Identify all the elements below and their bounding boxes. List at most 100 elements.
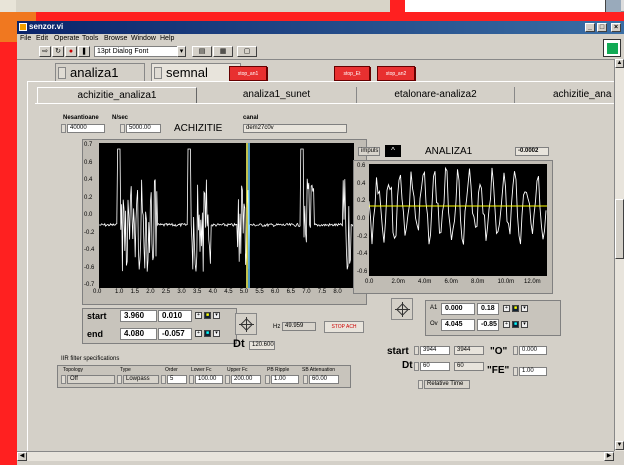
cursor-ov-x[interactable]: 4.045 bbox=[441, 319, 475, 331]
cursor-end-style-icon[interactable]: ■ bbox=[204, 330, 211, 337]
stop-an1-button[interactable]: stop_an1 bbox=[229, 66, 267, 81]
cursor-style-icon[interactable]: ■ bbox=[204, 312, 211, 319]
cursor-ov-menu-icon[interactable]: ▾ bbox=[521, 321, 528, 328]
x-tick-label: 6.0m bbox=[444, 279, 458, 285]
stop-ach-button[interactable]: STOP ACH bbox=[324, 321, 364, 333]
y-tick-label: 0.6 bbox=[357, 163, 366, 169]
iir-header-type: Type bbox=[120, 367, 131, 373]
iir-topology-spinner[interactable] bbox=[61, 375, 66, 384]
menu-window[interactable]: Window bbox=[131, 35, 156, 42]
iir-order-field[interactable]: 5 bbox=[167, 375, 187, 384]
start-spinner[interactable] bbox=[414, 346, 419, 355]
cursor-a1-menu-icon[interactable]: ▾ bbox=[521, 305, 528, 312]
scroll-down-icon[interactable]: ▼ bbox=[615, 441, 624, 450]
fe-field[interactable]: 1.00 bbox=[519, 367, 547, 376]
tab-semnal[interactable]: semnal bbox=[151, 63, 241, 82]
scroll-right-icon[interactable]: ▶ bbox=[604, 452, 614, 461]
stop-et-button[interactable]: stop_Et bbox=[334, 66, 370, 81]
cursor-ov-y[interactable]: -0.85 bbox=[477, 319, 499, 331]
iir-upper-fc-field[interactable]: 200.00 bbox=[231, 375, 261, 384]
menu-edit[interactable]: Edit bbox=[36, 35, 48, 42]
reorder-icon[interactable]: ▢ bbox=[237, 46, 257, 57]
vertical-scrollbar[interactable]: ▲ ▼ bbox=[614, 59, 624, 451]
relative-time-select[interactable]: Relative Time bbox=[424, 380, 470, 389]
tab-etalonare-analiza2[interactable]: etalonare-analiza2 bbox=[357, 87, 515, 103]
cursor-start-x[interactable]: 3.960 bbox=[120, 310, 157, 322]
analysis-cursor-diamond-icon[interactable] bbox=[391, 298, 413, 320]
menu-file[interactable]: File bbox=[20, 35, 31, 42]
cursor-menu-icon[interactable]: ▾ bbox=[213, 312, 220, 319]
close-button[interactable]: × bbox=[611, 23, 621, 32]
pause-icon[interactable]: ❚ bbox=[78, 46, 90, 57]
scroll-left-icon[interactable]: ◀ bbox=[17, 452, 27, 461]
cursor-end-move-icon[interactable]: + bbox=[195, 330, 202, 337]
iir-type-spinner[interactable] bbox=[117, 375, 122, 384]
cursor-move-icon[interactable]: + bbox=[195, 312, 202, 319]
nsec-spinner[interactable] bbox=[120, 124, 125, 133]
relative-time-spinner[interactable] bbox=[418, 380, 423, 389]
nsec-field[interactable]: 5000.00 bbox=[126, 124, 161, 133]
cursor-a1-style-icon[interactable]: ■ bbox=[512, 305, 519, 312]
font-dropdown-icon[interactable]: ▾ bbox=[177, 46, 186, 57]
cursor-a1-label: A1 bbox=[430, 305, 438, 311]
iir-type-select[interactable]: Lowpass bbox=[123, 375, 159, 384]
iir-pb-ripple-spinner[interactable] bbox=[265, 375, 270, 384]
nesantioane-field[interactable]: 40000 bbox=[67, 124, 105, 133]
tab-analiza1-sunet[interactable]: analiza1_sunet bbox=[197, 87, 357, 103]
iir-sb-attenuation-field[interactable]: 60.00 bbox=[309, 375, 339, 384]
minimize-button[interactable]: _ bbox=[585, 23, 595, 32]
iir-upper-fc-spinner[interactable] bbox=[225, 375, 230, 384]
cursor-end-x[interactable]: 4.080 bbox=[120, 328, 157, 340]
o-field[interactable]: 0.000 bbox=[519, 346, 547, 355]
menu-tools[interactable]: Tools bbox=[82, 35, 98, 42]
cursor-ov-style-icon[interactable]: ■ bbox=[512, 321, 519, 328]
iir-lower-fc-field[interactable]: 100.00 bbox=[195, 375, 223, 384]
vertical-scroll-thumb[interactable] bbox=[615, 199, 624, 259]
nesantioane-spinner[interactable] bbox=[61, 124, 66, 133]
tab-analiza1[interactable]: analiza1 bbox=[55, 63, 145, 82]
stop-an2-button[interactable]: stop_an2 bbox=[377, 66, 415, 81]
font-selector[interactable]: 13pt Dialog Font bbox=[94, 46, 179, 57]
impuls-select[interactable]: impuls bbox=[358, 147, 380, 156]
menu-help[interactable]: Help bbox=[160, 35, 174, 42]
iir-pb-ripple-field[interactable]: 1.00 bbox=[271, 375, 299, 384]
fe-spinner[interactable] bbox=[513, 367, 518, 376]
tab-achizitie-ana[interactable]: achizitie_ana bbox=[515, 87, 614, 103]
iir-lower-fc-spinner[interactable] bbox=[189, 375, 194, 384]
iir-order-spinner[interactable] bbox=[161, 375, 166, 384]
y-tick-label: -0.6 bbox=[357, 269, 368, 275]
cursor-a1-x[interactable]: 0.000 bbox=[441, 303, 475, 315]
start-field[interactable]: 3944 bbox=[420, 346, 450, 355]
abort-icon[interactable]: ● bbox=[65, 46, 77, 57]
tab-achizitie-analiza1[interactable]: achizitie_analiza1 bbox=[37, 87, 197, 103]
front-panel: analiza1 semnal stop_an1 stop_Et stop_an… bbox=[17, 59, 614, 452]
menu-browse[interactable]: Browse bbox=[104, 35, 127, 42]
analysis-plot-area[interactable] bbox=[368, 164, 547, 276]
cursor-end-menu-icon[interactable]: ▾ bbox=[213, 330, 220, 337]
cursor-a1-y[interactable]: 0.18 bbox=[477, 303, 499, 315]
horizontal-scrollbar[interactable]: ◀ ▶ bbox=[17, 451, 614, 461]
run-continuous-icon[interactable]: ↻ bbox=[52, 46, 64, 57]
vi-connector-icon[interactable] bbox=[603, 39, 621, 57]
cursor-ov-move-icon[interactable]: + bbox=[503, 321, 510, 328]
cursor-end-y[interactable]: -0.057 bbox=[158, 328, 192, 340]
y-tick-label: 0.0 bbox=[357, 216, 366, 222]
iir-sb-attenuation-spinner[interactable] bbox=[303, 375, 308, 384]
menu-operate[interactable]: Operate bbox=[54, 35, 79, 42]
scroll-up-icon[interactable]: ▲ bbox=[615, 59, 624, 68]
canal-select[interactable]: dem27c0v bbox=[243, 124, 347, 133]
run-arrow-icon[interactable]: ⇨ bbox=[39, 46, 51, 57]
distribute-objects-icon[interactable]: ▦ bbox=[213, 46, 233, 57]
maximize-button[interactable]: □ bbox=[597, 23, 607, 32]
cursor-start-y[interactable]: 0.010 bbox=[158, 310, 192, 322]
dt-spinner[interactable] bbox=[414, 362, 419, 371]
align-objects-icon[interactable]: ▤ bbox=[192, 46, 212, 57]
cursor-a1-move-icon[interactable]: + bbox=[503, 305, 510, 312]
acquisition-cursor-diamond-icon[interactable] bbox=[235, 313, 257, 335]
acquisition-plot-area[interactable] bbox=[99, 143, 354, 288]
iir-topology-select[interactable]: Off bbox=[67, 375, 115, 384]
dt-analysis-field[interactable]: 60 bbox=[420, 362, 450, 371]
x-tick-label: 5.0 bbox=[239, 289, 249, 295]
chevron-up-icon[interactable]: ^ bbox=[385, 145, 401, 157]
o-spinner[interactable] bbox=[513, 346, 518, 355]
